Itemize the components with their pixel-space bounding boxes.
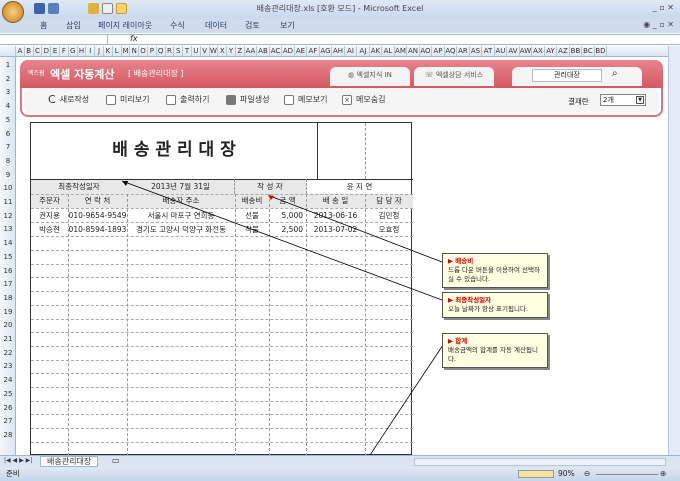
status-ready: 준비 — [6, 469, 20, 478]
zoom-slider[interactable] — [596, 474, 658, 475]
sheet-tab[interactable]: 배송관리대장 — [40, 456, 99, 467]
comment-shipping-fee: ▶ 배송비 드롭 다운 버튼을 이용하여 선택하실 수 있습니다. — [442, 253, 548, 288]
horizontal-scrollbar[interactable] — [414, 458, 666, 466]
arrow-date — [121, 180, 443, 301]
status-bar: 준비 90% ⊖ ⊕ — [0, 467, 680, 481]
sheet-tab-bar: |◀ ◀ ▶ ▶| 배송관리대장 ▭ — [0, 455, 680, 467]
comment-last-date: ▶ 최종작성일자 오늘 날짜가 항상 표기됩니다. — [442, 292, 548, 318]
office-button[interactable] — [2, 1, 24, 23]
zoom-out-icon[interactable]: ⊖ — [584, 467, 590, 481]
arrow-shipping-fee — [269, 195, 443, 263]
sheet-nav-buttons[interactable]: |◀ ◀ ▶ ▶| — [4, 457, 32, 464]
zoom-level[interactable]: 90% — [558, 467, 575, 481]
insert-sheet-icon[interactable]: ▭ — [112, 456, 120, 465]
zoom-in-icon[interactable]: ⊕ — [660, 467, 666, 481]
view-buttons[interactable] — [518, 470, 554, 478]
comment-arrows — [121, 180, 446, 456]
comment-total: ▶ 합계 배송금액의 합계를 자동 계산됩니다. — [442, 333, 548, 368]
arrow-total — [369, 341, 446, 456]
